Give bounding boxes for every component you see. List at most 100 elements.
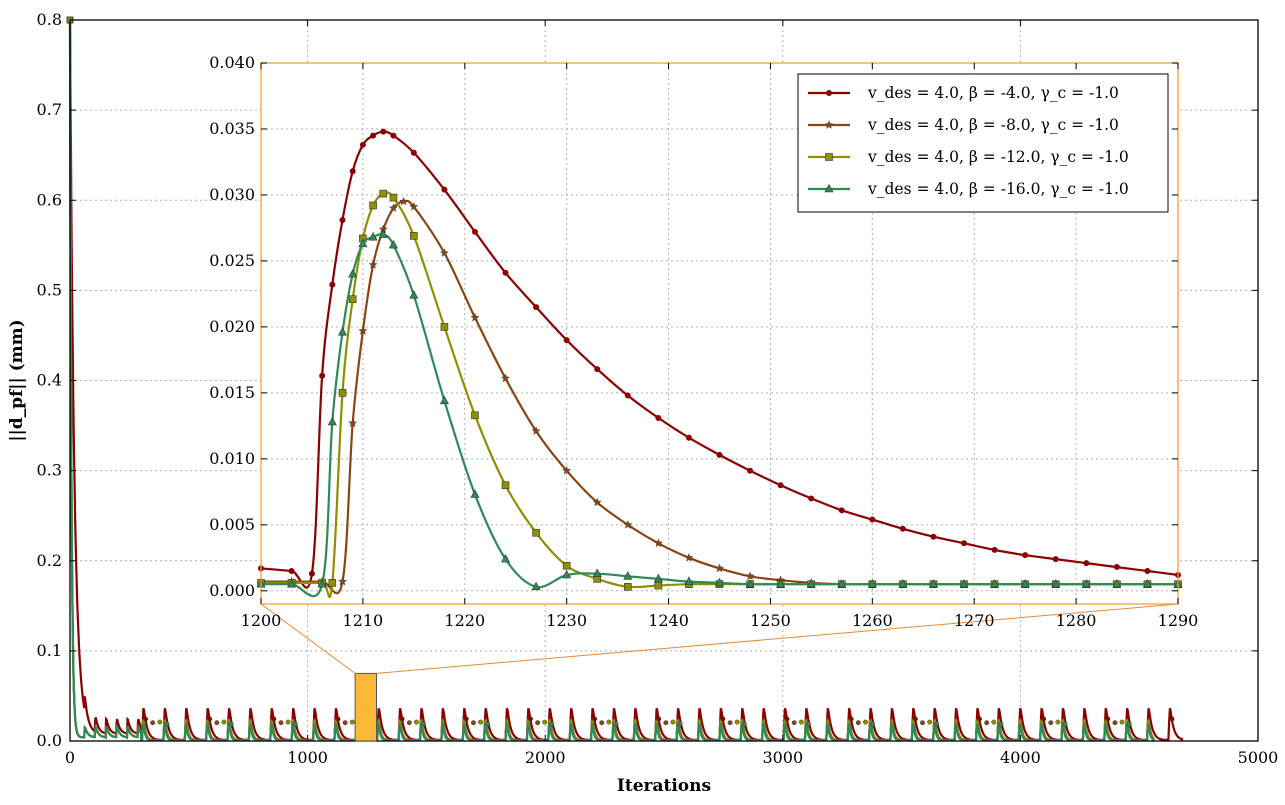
main-ytick-label: 0.4 — [37, 371, 62, 390]
inset-point — [808, 495, 815, 502]
main-series-marker — [535, 720, 541, 726]
inset-ytick-label: 0.000 — [209, 581, 255, 600]
inset-point — [594, 366, 601, 373]
main-series-marker — [741, 721, 747, 727]
inset-point — [369, 201, 377, 210]
inset-point — [930, 533, 937, 540]
main-ytick-label: 0.0 — [37, 731, 62, 750]
inset-point — [899, 525, 906, 532]
main-series-marker — [798, 719, 804, 725]
main-series-marker — [1055, 719, 1061, 725]
inset-point — [716, 451, 723, 458]
inset-point — [623, 583, 632, 591]
legend-entry-label: v_des = 4.0, β = -16.0, γ_c = -1.0 — [867, 180, 1129, 198]
main-series-marker — [991, 719, 997, 725]
inset-xtick-label: 1260 — [852, 611, 893, 630]
main-ytick-label: 0.3 — [37, 461, 62, 480]
inset-ytick-label: 0.025 — [209, 251, 255, 270]
inset-point — [747, 467, 754, 474]
main-series-marker — [791, 720, 797, 726]
inset-point — [654, 581, 663, 590]
inset-ytick-label: 0.040 — [209, 53, 255, 72]
inset-ytick-label: 0.005 — [209, 515, 255, 534]
main-series-marker — [934, 721, 940, 727]
main-series-marker — [613, 721, 619, 727]
main-series-marker — [720, 716, 726, 722]
main-series-marker — [157, 719, 163, 725]
inset-point — [390, 132, 397, 139]
inset-point — [348, 295, 357, 303]
inset-point — [319, 372, 326, 379]
inset-ytick-label: 0.020 — [209, 317, 255, 336]
inset-xtick-label: 1290 — [1158, 611, 1199, 630]
inset-point — [328, 579, 337, 587]
inset-point — [532, 528, 540, 537]
inset-xtick-label: 1200 — [241, 611, 282, 630]
inset-point — [471, 411, 479, 420]
main-series-marker — [164, 721, 170, 727]
main-ytick-label: 0.6 — [37, 190, 62, 209]
zoom-region-box — [354, 672, 378, 742]
main-series-marker — [670, 719, 676, 725]
inset-point — [410, 232, 418, 240]
inset-point — [349, 168, 356, 175]
main-series-marker — [278, 720, 284, 726]
inset-point — [502, 269, 509, 276]
legend-entry-label: v_des = 4.0, β = -8.0, γ_c = -1.0 — [867, 116, 1119, 134]
inset-point — [991, 546, 998, 553]
inset-point — [441, 186, 448, 193]
inset-xtick-label: 1220 — [444, 611, 485, 630]
inset-xtick-label: 1250 — [750, 611, 791, 630]
inset-point — [1052, 556, 1059, 563]
legend-entry-label: v_des = 4.0, β = -12.0, γ_c = -1.0 — [867, 148, 1129, 166]
main-series-marker — [806, 721, 811, 727]
inset-ytick-label: 0.035 — [209, 119, 255, 138]
inset-xtick-label: 1240 — [648, 611, 689, 630]
main-series-marker — [1119, 719, 1125, 725]
inset-point — [389, 193, 398, 202]
main-series-marker — [413, 719, 419, 725]
main-series-marker — [656, 716, 662, 722]
main-series-marker — [221, 719, 227, 725]
main-series-marker — [863, 719, 868, 725]
main-series-marker — [335, 716, 341, 722]
inset-point — [1083, 560, 1090, 567]
main-xtick-label: 5000 — [1238, 748, 1279, 767]
inset-xtick-label: 1280 — [1056, 611, 1097, 630]
main-xtick-label: 0 — [65, 748, 75, 767]
main-series-marker — [150, 720, 156, 726]
inset-point — [562, 561, 571, 570]
inset-point — [1113, 564, 1120, 571]
inset-ytick-label: 0.015 — [209, 383, 255, 402]
inset-point — [563, 337, 570, 344]
main-series-marker — [599, 720, 605, 726]
main-ytick-label: 0.5 — [37, 280, 62, 299]
main-series-marker — [1062, 721, 1068, 727]
inset-point — [533, 304, 540, 311]
main-series-marker — [784, 716, 790, 722]
main-series-marker — [977, 716, 982, 722]
main-series-marker — [342, 720, 348, 726]
main-series-marker — [984, 720, 990, 726]
inset-point — [624, 392, 631, 399]
legend-marker — [826, 90, 832, 96]
inset-point — [379, 189, 388, 198]
main-series-marker — [406, 720, 412, 726]
main-series-marker — [292, 721, 298, 727]
main-series-marker — [549, 721, 555, 727]
inset-point — [869, 516, 876, 523]
inset-ytick-label: 0.010 — [209, 449, 255, 468]
inset-point — [440, 323, 449, 331]
main-series-marker — [1048, 720, 1054, 726]
main-series-marker — [143, 716, 149, 722]
inset-point — [501, 481, 510, 490]
inset-ytick-label: 0.030 — [209, 185, 255, 204]
legend-entry-label: v_des = 4.0, β = -4.0, γ_c = -1.0 — [867, 84, 1119, 102]
main-series-marker — [848, 716, 854, 722]
inset-point — [359, 141, 366, 148]
main-series-marker — [542, 719, 548, 725]
inset-point — [329, 281, 336, 288]
inset-point — [685, 434, 692, 441]
inset-point — [308, 570, 315, 577]
main-series-marker — [285, 719, 291, 725]
